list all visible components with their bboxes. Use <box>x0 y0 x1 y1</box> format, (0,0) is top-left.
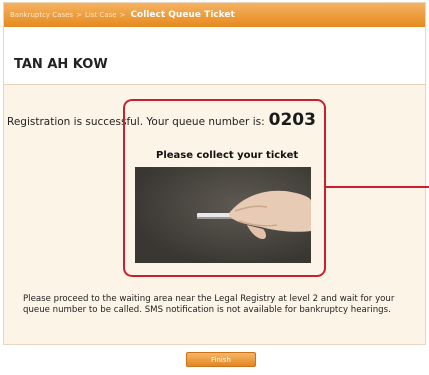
callout-line <box>326 186 429 188</box>
waiting-instructions: Please proceed to the waiting area near … <box>23 294 395 315</box>
breadcrumb-current-page: Collect Queue Ticket <box>130 10 235 20</box>
breadcrumb-item-bankruptcy-cases[interactable]: Bankruptcy Cases <box>10 11 73 19</box>
queue-highlight-box <box>123 99 326 277</box>
breadcrumb: Bankruptcy Cases > List Case > Collect Q… <box>4 3 425 27</box>
breadcrumb-separator: > <box>119 11 126 19</box>
applicant-name: TAN AH KOW <box>14 57 108 72</box>
finish-button[interactable]: Finish <box>186 352 256 367</box>
breadcrumb-item-list-case[interactable]: List Case <box>85 11 117 19</box>
breadcrumb-separator: > <box>76 11 82 19</box>
name-header: TAN AH KOW <box>4 27 425 85</box>
